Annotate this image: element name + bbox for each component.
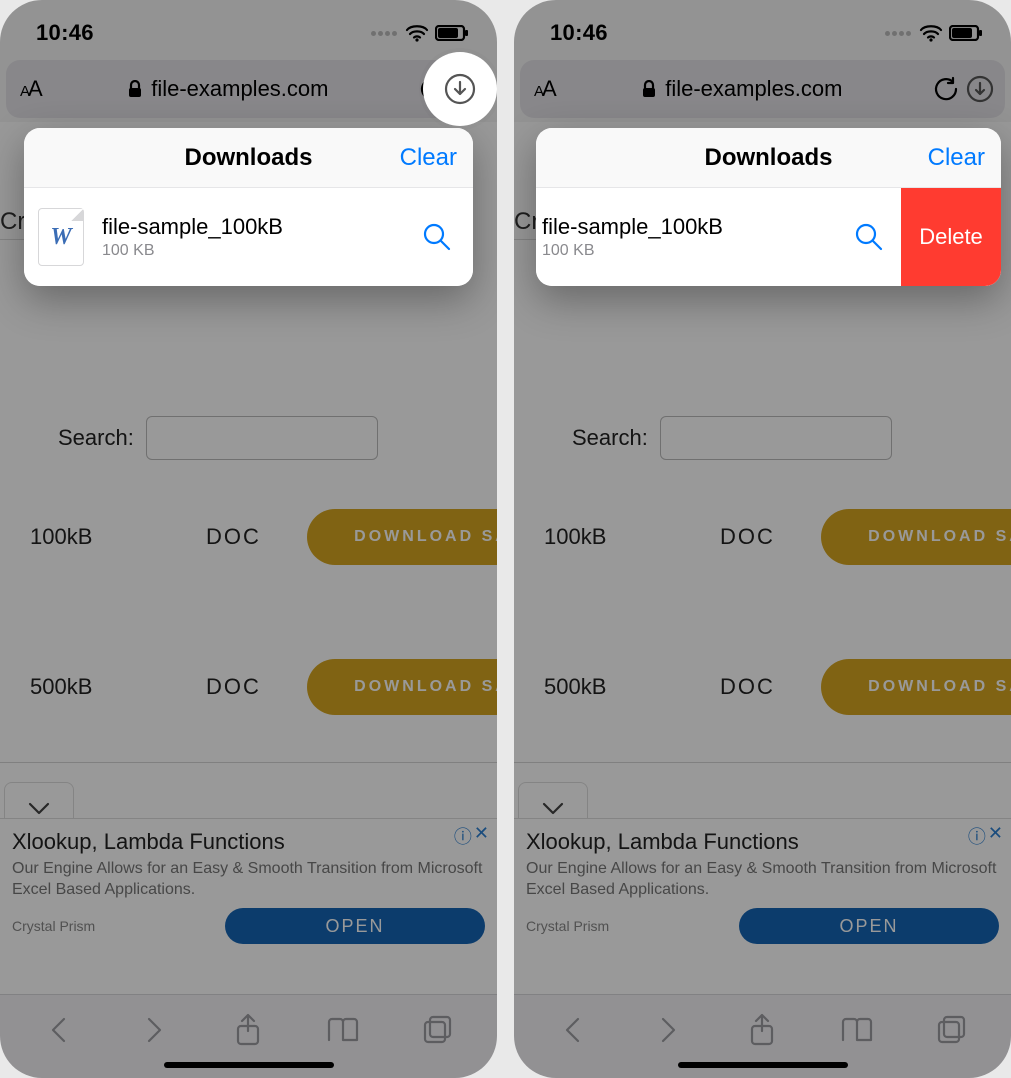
search-input[interactable] [146,416,378,460]
file-size: 100kB [30,524,206,550]
file-row: 500kB DOC DOWNLOAD SA [514,612,1011,762]
cellular-dots-icon [885,31,911,36]
cellular-dots-icon [371,31,397,36]
lock-icon [641,80,657,98]
tabs-button[interactable] [930,1008,974,1052]
downloads-popover: Downloads Clear file-sample_100kB 100 KB… [536,128,1001,286]
ad-info-icon[interactable]: ⓘ [968,823,986,849]
file-row: 500kB DOC DOWNLOAD SA [0,612,497,762]
ad-brand: Crystal Prism [12,918,95,934]
tabs-button[interactable] [416,1008,460,1052]
reveal-in-finder-button[interactable] [415,215,459,259]
file-row: 100kB DOC DOWNLOAD SA [514,462,1011,612]
divider [0,762,497,763]
forward-button[interactable] [132,1008,176,1052]
status-time: 10:46 [36,20,94,46]
wifi-icon [919,23,943,43]
clear-button[interactable]: Clear [400,144,457,172]
ad-description: Our Engine Allows for an Easy & Smooth T… [12,859,485,901]
reader-aa-button[interactable]: AA [20,76,41,102]
download-button[interactable]: DOWNLOAD SA [821,659,1011,715]
file-type: DOC [720,524,830,550]
search-label: Search: [58,425,134,451]
download-filesize: 100 KB [542,242,847,260]
back-button[interactable] [551,1008,595,1052]
downloads-button-highlight[interactable] [423,52,497,126]
file-type: DOC [720,674,830,700]
divider [514,762,1011,763]
back-button[interactable] [37,1008,81,1052]
clear-button[interactable]: Clear [928,144,985,172]
battery-icon [949,25,983,41]
reader-aa-button[interactable]: AA [534,76,555,102]
search-label: Search: [572,425,648,451]
word-doc-icon: W [38,208,84,266]
file-type: DOC [206,674,316,700]
reload-button[interactable] [929,72,963,106]
search-row: Search: [0,408,497,468]
ad-banner[interactable]: ⓘ ✕ Xlookup, Lambda Functions Our Engine… [0,818,497,952]
download-button[interactable]: DOWNLOAD SA [307,509,497,565]
url-text: file-examples.com [665,76,842,102]
file-size: 500kB [544,674,720,700]
url-bar[interactable]: AA file-examples.com [520,60,1005,118]
downloads-header: Downloads Clear [536,128,1001,188]
url-domain[interactable]: file-examples.com [41,76,415,102]
url-bar[interactable]: AA file-examples.com [6,60,491,118]
ad-controls[interactable]: ⓘ ✕ [968,823,1003,849]
file-size: 500kB [30,674,206,700]
url-text: file-examples.com [151,76,328,102]
ad-info-icon[interactable]: ⓘ [454,823,472,849]
delete-button[interactable]: Delete [901,188,1001,286]
ad-close-icon[interactable]: ✕ [988,823,1003,849]
search-input[interactable] [660,416,892,460]
status-time: 10:46 [550,20,608,46]
battery-icon [435,25,469,41]
ad-title: Xlookup, Lambda Functions [12,829,485,855]
ad-open-button[interactable]: OPEN [225,908,485,944]
download-filesize: 100 KB [102,242,415,260]
download-button[interactable]: DOWNLOAD SA [307,659,497,715]
downloads-popover: Downloads Clear W file-sample_100kB 100 … [24,128,473,286]
ad-description: Our Engine Allows for an Easy & Smooth T… [526,859,999,901]
ad-brand: Crystal Prism [526,918,609,934]
phone-right: 10:46 AA file-examples.com Cry [514,0,1011,1078]
download-filename: file-sample_100kB [542,214,847,240]
downloads-header: Downloads Clear [24,128,473,188]
ad-close-icon[interactable]: ✕ [474,823,489,849]
ad-controls[interactable]: ⓘ ✕ [454,823,489,849]
phone-left: 10:46 AA file-examples.com Cry [0,0,497,1078]
file-type: DOC [206,524,316,550]
forward-button[interactable] [646,1008,690,1052]
status-bar: 10:46 [0,0,497,54]
home-indicator[interactable] [678,1062,848,1068]
download-button[interactable]: DOWNLOAD SA [821,509,1011,565]
ad-open-button[interactable]: OPEN [739,908,999,944]
file-row: 100kB DOC DOWNLOAD SA [0,462,497,612]
download-filename: file-sample_100kB [102,214,415,240]
reveal-in-finder-button[interactable] [847,215,891,259]
wifi-icon [405,23,429,43]
bookmarks-button[interactable] [321,1008,365,1052]
status-bar: 10:46 [514,0,1011,54]
download-item[interactable]: W file-sample_100kB 100 KB [24,188,473,286]
share-button[interactable] [740,1008,784,1052]
ad-title: Xlookup, Lambda Functions [526,829,999,855]
home-indicator[interactable] [164,1062,334,1068]
url-domain[interactable]: file-examples.com [555,76,929,102]
ad-banner[interactable]: ⓘ ✕ Xlookup, Lambda Functions Our Engine… [514,818,1011,952]
file-size: 100kB [544,524,720,550]
share-button[interactable] [226,1008,270,1052]
lock-icon [127,80,143,98]
bookmarks-button[interactable] [835,1008,879,1052]
search-row: Search: [514,408,1011,468]
downloads-button[interactable] [963,72,997,106]
